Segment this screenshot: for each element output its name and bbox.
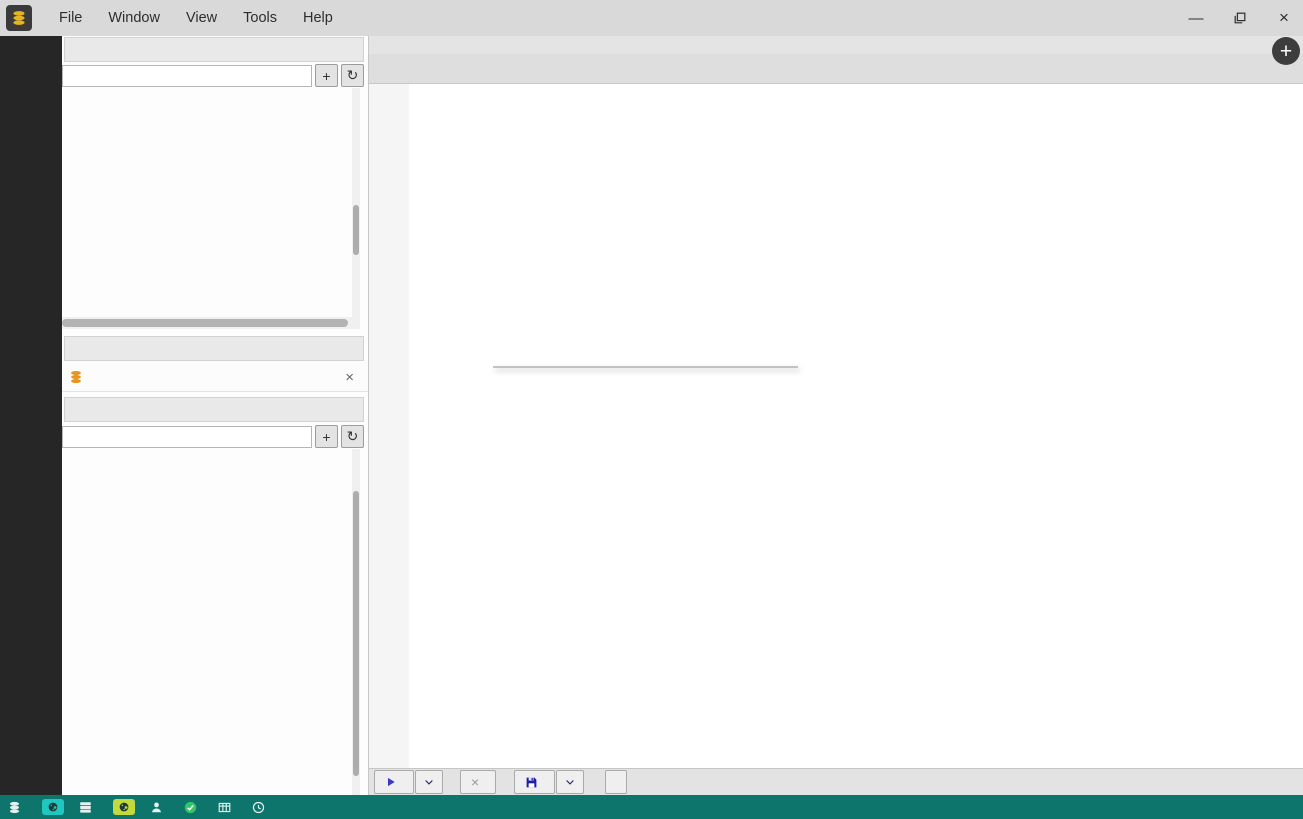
objects-header	[64, 397, 364, 422]
close-button[interactable]: ×	[1275, 8, 1293, 27]
check-circle-icon	[184, 801, 197, 814]
connection-search-input[interactable]	[62, 64, 312, 87]
pinned-header	[64, 336, 364, 361]
left-panel: + ↻ × + ↻	[62, 36, 368, 795]
add-object-button[interactable]: +	[315, 425, 338, 448]
palette-icon	[42, 799, 64, 815]
line-number-gutter	[369, 84, 409, 768]
save-button[interactable]	[514, 770, 556, 794]
close-icon: ×	[471, 774, 480, 790]
add-connection-button[interactable]: +	[315, 64, 338, 87]
save-icon	[525, 776, 538, 789]
menu-window[interactable]: Window	[95, 0, 173, 36]
menu-tools[interactable]: Tools	[230, 0, 290, 36]
connections-tree	[62, 88, 352, 317]
statusbar-user[interactable]	[150, 801, 169, 814]
statusbar-database[interactable]	[8, 801, 27, 814]
connections-hscrollbar[interactable]	[62, 317, 360, 329]
sql-editor[interactable]	[369, 84, 1303, 768]
statusbar-db-color-swatch[interactable]	[42, 799, 64, 815]
connections-vscrollbar[interactable]	[352, 88, 360, 317]
database-icon	[69, 370, 83, 384]
execute-dropdown-button[interactable]	[415, 770, 443, 794]
execute-button[interactable]	[374, 770, 414, 794]
unpin-icon[interactable]: ×	[345, 369, 354, 386]
statusbar	[0, 795, 1303, 819]
database-icon	[8, 801, 21, 814]
menu-help[interactable]: Help	[290, 0, 346, 36]
refresh-connections-button[interactable]: ↻	[341, 64, 364, 87]
statusbar-engine-version	[218, 801, 237, 814]
menubar: File Window View Tools Help — ×	[0, 0, 1303, 37]
play-icon	[385, 776, 397, 788]
dbgate-window: FileWindowViewToolsHelp — × + ↻ × +	[0, 0, 1303, 819]
format-code-button[interactable]	[605, 770, 628, 794]
object-search-input[interactable]	[62, 425, 312, 448]
statusbar-last-query-time	[252, 801, 271, 814]
server-icon	[79, 801, 92, 814]
database-group-tabs	[369, 36, 1303, 54]
kill-button[interactable]: ×	[460, 770, 497, 794]
menu-file[interactable]: File	[46, 0, 95, 36]
statusbar-status	[184, 801, 203, 814]
menu-view[interactable]: View	[173, 0, 230, 36]
user-icon	[150, 801, 163, 814]
query-toolbar: ×	[369, 768, 1303, 795]
autocomplete-popup	[493, 366, 798, 368]
statusbar-connection[interactable]	[79, 801, 98, 814]
tables-vscrollbar[interactable]	[352, 449, 360, 795]
connections-header	[64, 37, 364, 62]
restore-button[interactable]	[1231, 9, 1249, 27]
statusbar-connection-color-swatch[interactable]	[113, 799, 135, 815]
app-icon	[6, 5, 32, 31]
grid-icon	[218, 801, 231, 814]
main-area: + ×	[368, 36, 1303, 795]
database-icon	[11, 10, 27, 26]
palette-icon	[113, 799, 135, 815]
pinned-item[interactable]: ×	[62, 363, 368, 392]
chevron-down-icon	[423, 776, 435, 788]
minimize-button[interactable]: —	[1187, 9, 1205, 27]
tab-bar	[369, 54, 1303, 84]
chevron-down-icon	[564, 776, 576, 788]
new-tab-button[interactable]: +	[1272, 37, 1300, 65]
save-dropdown-button[interactable]	[556, 770, 585, 794]
clock-icon	[252, 801, 265, 814]
tables-tree	[62, 449, 352, 795]
icon-rail	[0, 36, 62, 795]
refresh-objects-button[interactable]: ↻	[341, 425, 364, 448]
